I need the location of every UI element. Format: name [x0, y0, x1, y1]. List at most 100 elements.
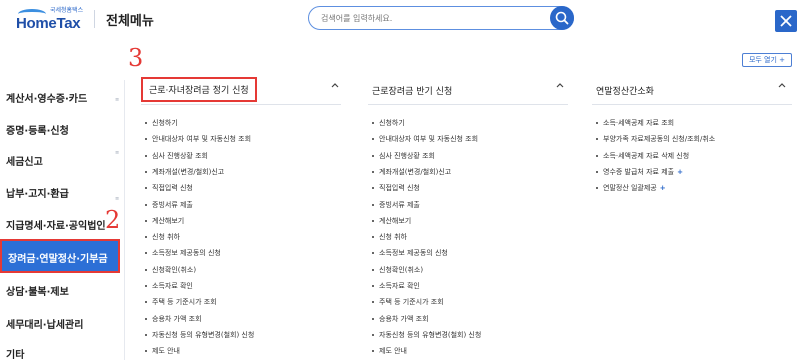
- sidebar-item-tax-agent[interactable]: 세무대리·납세관리: [6, 316, 122, 331]
- menu-item[interactable]: 소득정보 제공동의 신청: [145, 248, 221, 258]
- menu-item-label: 심사 진행상황 조회: [379, 151, 435, 160]
- bullet-icon: [145, 301, 147, 304]
- expand-all-button[interactable]: 모두 열기 +: [742, 53, 792, 67]
- bullet-icon: [145, 333, 147, 336]
- chevron-up-icon[interactable]: [555, 80, 565, 90]
- scroll-marker: ≡: [115, 150, 120, 156]
- menu-item[interactable]: 자동신청 등의 유형변경(철회) 신청: [145, 330, 254, 340]
- bullet-icon: [145, 154, 147, 157]
- menu-item[interactable]: 심사 진행상황 조회: [145, 151, 208, 161]
- menu-item[interactable]: 심사 진행상황 조회: [372, 151, 435, 161]
- menu-item-label: 안내대상자 여부 및 자동신청 조회: [379, 135, 479, 144]
- page-title: 전체메뉴: [106, 14, 154, 29]
- column-divider: [141, 104, 341, 105]
- sidebar-divider: [124, 80, 125, 360]
- bullet-icon: [145, 187, 147, 190]
- menu-item-label: 자동신청 등의 유형변경(철회) 신청: [152, 330, 255, 339]
- menu-item[interactable]: 직접입력 신청: [145, 183, 193, 193]
- menu-item[interactable]: 승용차 가액 조회: [372, 314, 429, 324]
- menu-item[interactable]: 계산해보기: [372, 216, 411, 226]
- logo-subtitle: 국세청홈택스: [50, 7, 84, 14]
- menu-item-label: 안내대상자 여부 및 자동신청 조회: [152, 135, 252, 144]
- menu-item[interactable]: 증빙서류 제출: [372, 200, 420, 210]
- menu-item[interactable]: 소득자료 확인: [372, 281, 420, 291]
- menu-item[interactable]: 계좌개설(변경/철회)신고: [372, 167, 451, 177]
- bullet-icon: [372, 170, 374, 173]
- menu-item[interactable]: 소득자료 확인: [145, 281, 193, 291]
- bullet-icon: [145, 317, 147, 320]
- bullet-icon: [372, 154, 374, 157]
- menu-item[interactable]: 신청하기: [372, 118, 405, 128]
- bullet-icon: [145, 268, 147, 271]
- menu-item-label: 연말정산 일괄제공: [603, 184, 657, 193]
- menu-item[interactable]: 연말정산 일괄제공 +: [596, 183, 666, 193]
- menu-item[interactable]: 제도 안내: [372, 346, 407, 356]
- sidebar-item-payment[interactable]: 납부·고지·환급: [6, 185, 122, 200]
- menu-item[interactable]: 직접입력 신청: [372, 183, 420, 193]
- sidebar-item-statements[interactable]: 지급명세·자료·공익법인: [6, 217, 122, 232]
- menu-item[interactable]: 신청 취하: [145, 232, 180, 242]
- menu-item[interactable]: 안내대상자 여부 및 자동신청 조회: [145, 134, 251, 144]
- menu-item[interactable]: 계좌개설(변경/철회)신고: [145, 167, 224, 177]
- chevron-up-icon[interactable]: [330, 80, 340, 90]
- sidebar-item-incentives[interactable]: 장려금·연말정산·기부금: [0, 239, 120, 273]
- menu-item-label: 소득·세액공제 자료 삭제 신청: [603, 151, 690, 160]
- menu-item[interactable]: 신청확인(취소): [372, 265, 423, 275]
- menu-item[interactable]: 제도 안내: [145, 346, 180, 356]
- menu-item[interactable]: 신청확인(취소): [145, 265, 196, 275]
- menu-item[interactable]: 소득·세액공제 자료 삭제 신청: [596, 151, 689, 161]
- menu-item[interactable]: 신청하기: [145, 118, 178, 128]
- sidebar-item-tax-filing[interactable]: 세금신고: [6, 153, 122, 168]
- search-input[interactable]: [321, 11, 541, 26]
- search-button[interactable]: [550, 6, 574, 30]
- menu-item-label: 계산해보기: [379, 216, 412, 225]
- sidebar-item-consultation[interactable]: 상담·불복·제보: [6, 283, 122, 298]
- column-divider: [592, 104, 792, 105]
- bullet-icon: [372, 350, 374, 353]
- menu-item[interactable]: 자동신청 등의 유형변경(철회) 신청: [372, 330, 481, 340]
- menu-item[interactable]: 영수증 발급처 자료 제출 +: [596, 167, 683, 177]
- sidebar-item-certificates[interactable]: 증명·등록·신청: [6, 122, 122, 137]
- plus-icon[interactable]: +: [660, 184, 666, 192]
- menu-item[interactable]: 주택 등 기준시가 조회: [145, 297, 217, 307]
- plus-icon[interactable]: +: [677, 168, 683, 176]
- menu-item[interactable]: 주택 등 기준시가 조회: [372, 297, 444, 307]
- bullet-icon: [372, 138, 374, 141]
- menu-item[interactable]: 증빙서류 제출: [145, 200, 193, 210]
- menu-item[interactable]: 계산해보기: [145, 216, 184, 226]
- menu-item-label: 신청 취하: [152, 233, 180, 242]
- menu-item[interactable]: 승용차 가액 조회: [145, 314, 202, 324]
- menu-item-label: 직접입력 신청: [379, 184, 420, 193]
- menu-item-label: 증빙서류 제출: [379, 200, 420, 209]
- menu-item[interactable]: 신청 취하: [372, 232, 407, 242]
- menu-item-label: 영수증 발급처 자료 제출: [603, 167, 675, 176]
- menu-item-label: 신청확인(취소): [379, 265, 424, 274]
- bullet-icon: [145, 236, 147, 239]
- column-header-year-end-simplified[interactable]: 연말정산간소화: [596, 84, 654, 97]
- menu-item[interactable]: 소득정보 제공동의 신청: [372, 248, 448, 258]
- logo-wordmark: HomeTax: [16, 15, 81, 32]
- bullet-icon: [372, 252, 374, 255]
- bullet-icon: [145, 252, 147, 255]
- bullet-icon: [372, 268, 374, 271]
- close-button[interactable]: [775, 10, 797, 32]
- column-header-regular-incentive[interactable]: 근로·자녀장려금 정기 신청: [141, 77, 257, 102]
- bullet-icon: [372, 203, 374, 206]
- bullet-icon: [145, 203, 147, 206]
- column-header-semiannual-incentive[interactable]: 근로장려금 반기 신청: [372, 84, 452, 97]
- menu-item-label: 계산해보기: [152, 216, 185, 225]
- menu-item-label: 주택 등 기준시가 조회: [152, 298, 217, 307]
- menu-item[interactable]: 안내대상자 여부 및 자동신청 조회: [372, 134, 478, 144]
- sidebar-item-invoice[interactable]: 계산서·영수증·카드: [6, 90, 122, 105]
- search-icon: [555, 11, 569, 25]
- hometax-logo[interactable]: 국세청홈택스 HomeTax: [14, 3, 84, 37]
- bullet-icon: [596, 138, 598, 141]
- menu-item-label: 승용차 가액 조회: [379, 314, 429, 323]
- menu-item[interactable]: 부양가족 자료제공동의 신청/조회/취소: [596, 134, 715, 144]
- menu-item-label: 승용차 가액 조회: [152, 314, 202, 323]
- menu-item-label: 소득자료 확인: [379, 282, 420, 290]
- scroll-marker: ≡: [115, 97, 120, 103]
- sidebar-item-etc[interactable]: 기타: [6, 346, 122, 360]
- chevron-up-icon[interactable]: [777, 80, 787, 90]
- menu-item[interactable]: 소득·세액공제 자료 조회: [596, 118, 674, 128]
